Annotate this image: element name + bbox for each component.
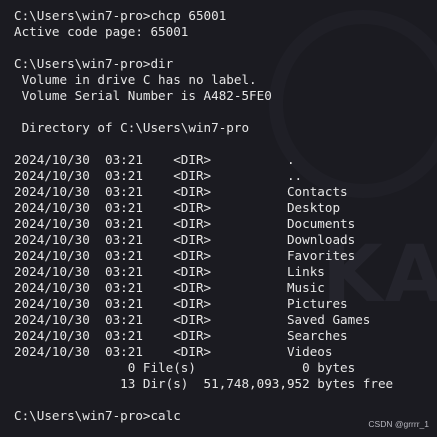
dir-entry: 2024/10/30 03:21 <DIR> .. <box>14 168 303 183</box>
dir-entry: 2024/10/30 03:21 <DIR> . <box>14 152 295 167</box>
dir-entry: 2024/10/30 03:21 <DIR> Music <box>14 280 325 295</box>
output-line: Volume Serial Number is A482-5FE0 <box>14 88 272 103</box>
directory-header: Directory of C:\Users\win7-pro <box>14 120 250 135</box>
prompt-line: C:\Users\win7-pro>dir <box>14 56 174 71</box>
dir-entry: 2024/10/30 03:21 <DIR> Searches <box>14 328 348 343</box>
dir-summary: 13 Dir(s) 51,748,093,952 bytes free <box>14 376 394 391</box>
terminal-output[interactable]: C:\Users\win7-pro>chcp 65001 Active code … <box>14 8 393 424</box>
file-summary: 0 File(s) 0 bytes <box>14 360 356 375</box>
dir-entry: 2024/10/30 03:21 <DIR> Desktop <box>14 200 341 215</box>
terminal-window[interactable]: KA C:\Users\win7-pro>chcp 65001 Active co… <box>0 0 437 437</box>
dir-entry: 2024/10/30 03:21 <DIR> Documents <box>14 216 356 231</box>
dir-entry: 2024/10/30 03:21 <DIR> Contacts <box>14 184 348 199</box>
prompt-line: C:\Users\win7-pro>calc <box>14 408 181 423</box>
output-line: Volume in drive C has no label. <box>14 72 257 87</box>
dir-entry: 2024/10/30 03:21 <DIR> Saved Games <box>14 312 371 327</box>
prompt-line: C:\Users\win7-pro>chcp 65001 <box>14 8 227 23</box>
dir-entry: 2024/10/30 03:21 <DIR> Links <box>14 264 325 279</box>
watermark-text: CSDN @grrrr_1 <box>368 419 429 429</box>
dir-entry: 2024/10/30 03:21 <DIR> Favorites <box>14 248 356 263</box>
dir-entry: 2024/10/30 03:21 <DIR> Downloads <box>14 232 356 247</box>
output-line: Active code page: 65001 <box>14 24 189 39</box>
dir-entry: 2024/10/30 03:21 <DIR> Pictures <box>14 296 348 311</box>
dir-entry: 2024/10/30 03:21 <DIR> Videos <box>14 344 333 359</box>
